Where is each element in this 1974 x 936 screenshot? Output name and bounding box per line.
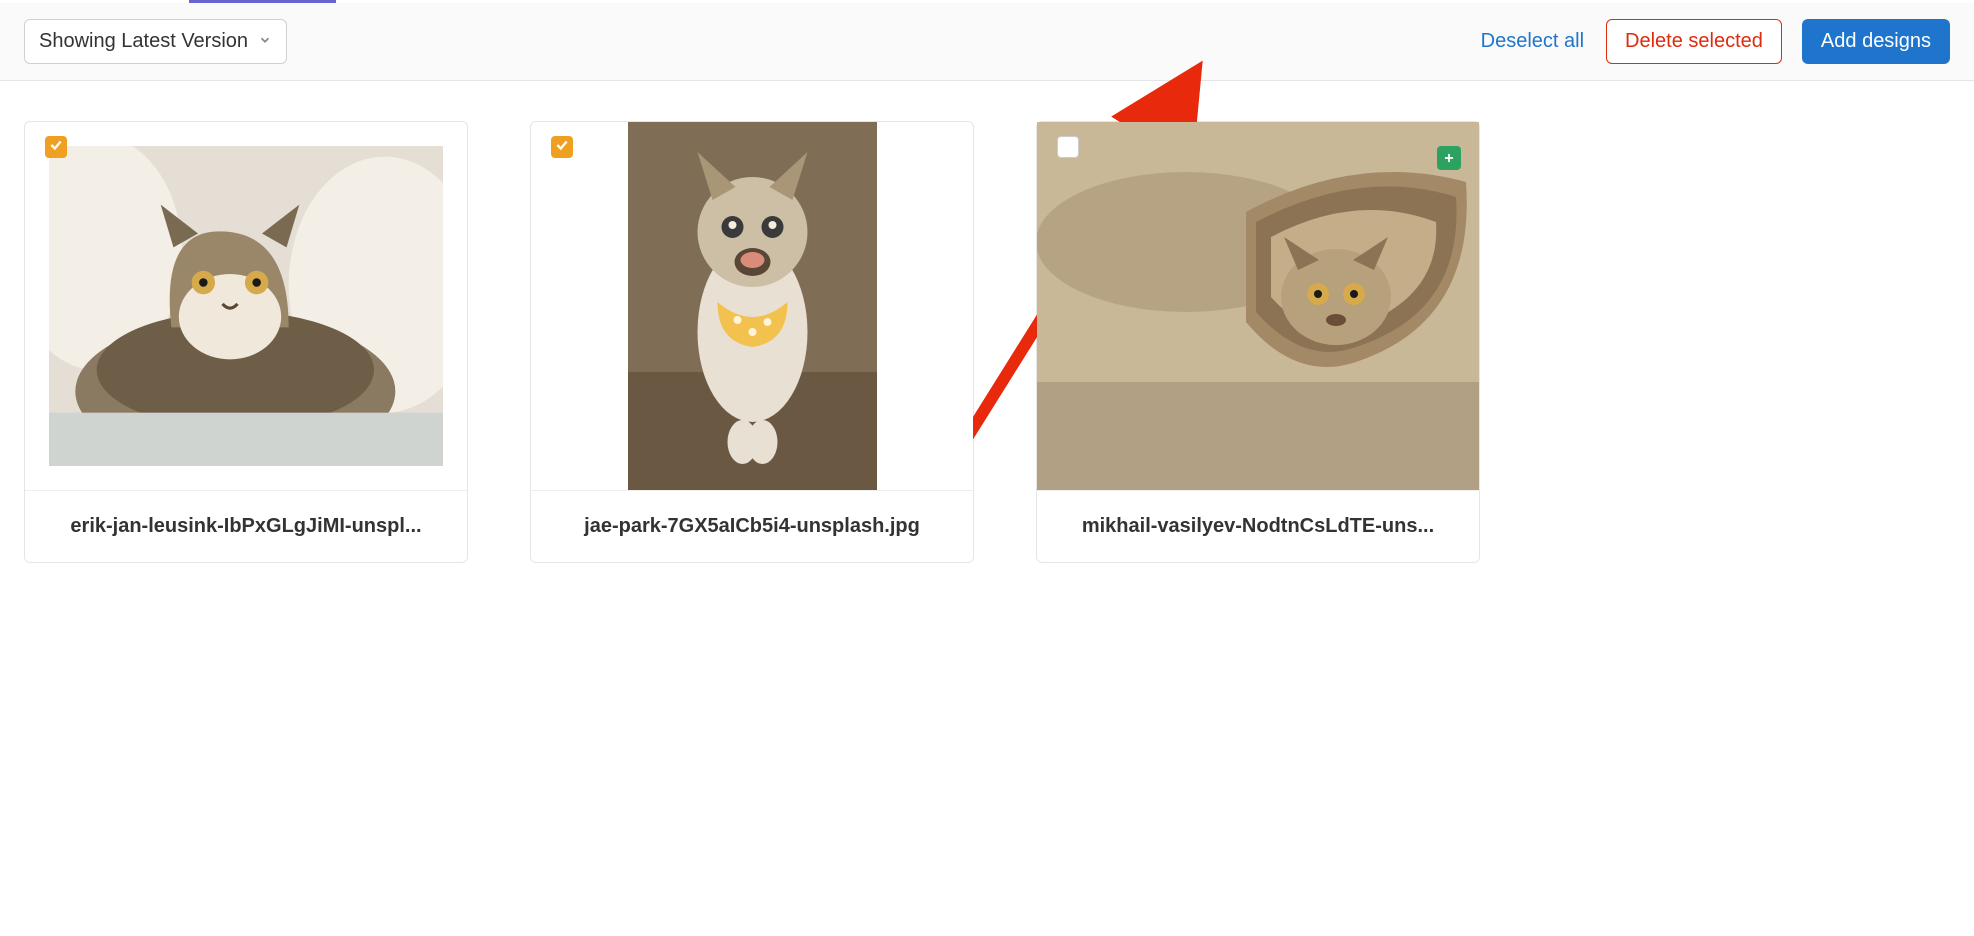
deselect-all-button[interactable]: Deselect all	[1479, 22, 1586, 61]
chevron-down-icon	[258, 30, 272, 53]
add-designs-button[interactable]: Add designs	[1802, 19, 1950, 64]
design-filename: erik-jan-leusink-IbPxGLgJiMI-unspl...	[25, 490, 467, 562]
design-card[interactable]: jae-park-7GX5aICb5i4-unsplash.jpg	[530, 121, 974, 563]
designs-gallery: erik-jan-leusink-IbPxGLgJiMI-unspl...	[0, 81, 1974, 603]
design-select-checkbox[interactable]	[45, 136, 67, 158]
design-select-checkbox[interactable]	[551, 136, 573, 158]
checkmark-icon	[49, 138, 63, 157]
design-card[interactable]: mikhail-vasilyev-NodtnCsLdTE-uns...	[1036, 121, 1480, 563]
checkmark-icon	[555, 138, 569, 157]
version-select-dropdown[interactable]: Showing Latest Version	[24, 19, 287, 64]
active-tab-indicator	[0, 0, 1974, 3]
design-thumbnail	[531, 122, 973, 490]
toolbar-actions: Deselect all Delete selected Add designs	[1479, 19, 1950, 64]
designs-toolbar: Showing Latest Version Deselect all Dele…	[0, 3, 1974, 81]
design-thumbnail	[25, 122, 467, 490]
version-select-label: Showing Latest Version	[39, 30, 248, 53]
design-filename: mikhail-vasilyev-NodtnCsLdTE-uns...	[1037, 490, 1479, 562]
design-filename: jae-park-7GX5aICb5i4-unsplash.jpg	[531, 490, 973, 562]
design-thumbnail	[1037, 122, 1479, 490]
expand-icon[interactable]	[1437, 146, 1461, 170]
design-select-checkbox[interactable]	[1057, 136, 1079, 158]
delete-selected-button[interactable]: Delete selected	[1606, 19, 1782, 64]
design-card[interactable]: erik-jan-leusink-IbPxGLgJiMI-unspl...	[24, 121, 468, 563]
